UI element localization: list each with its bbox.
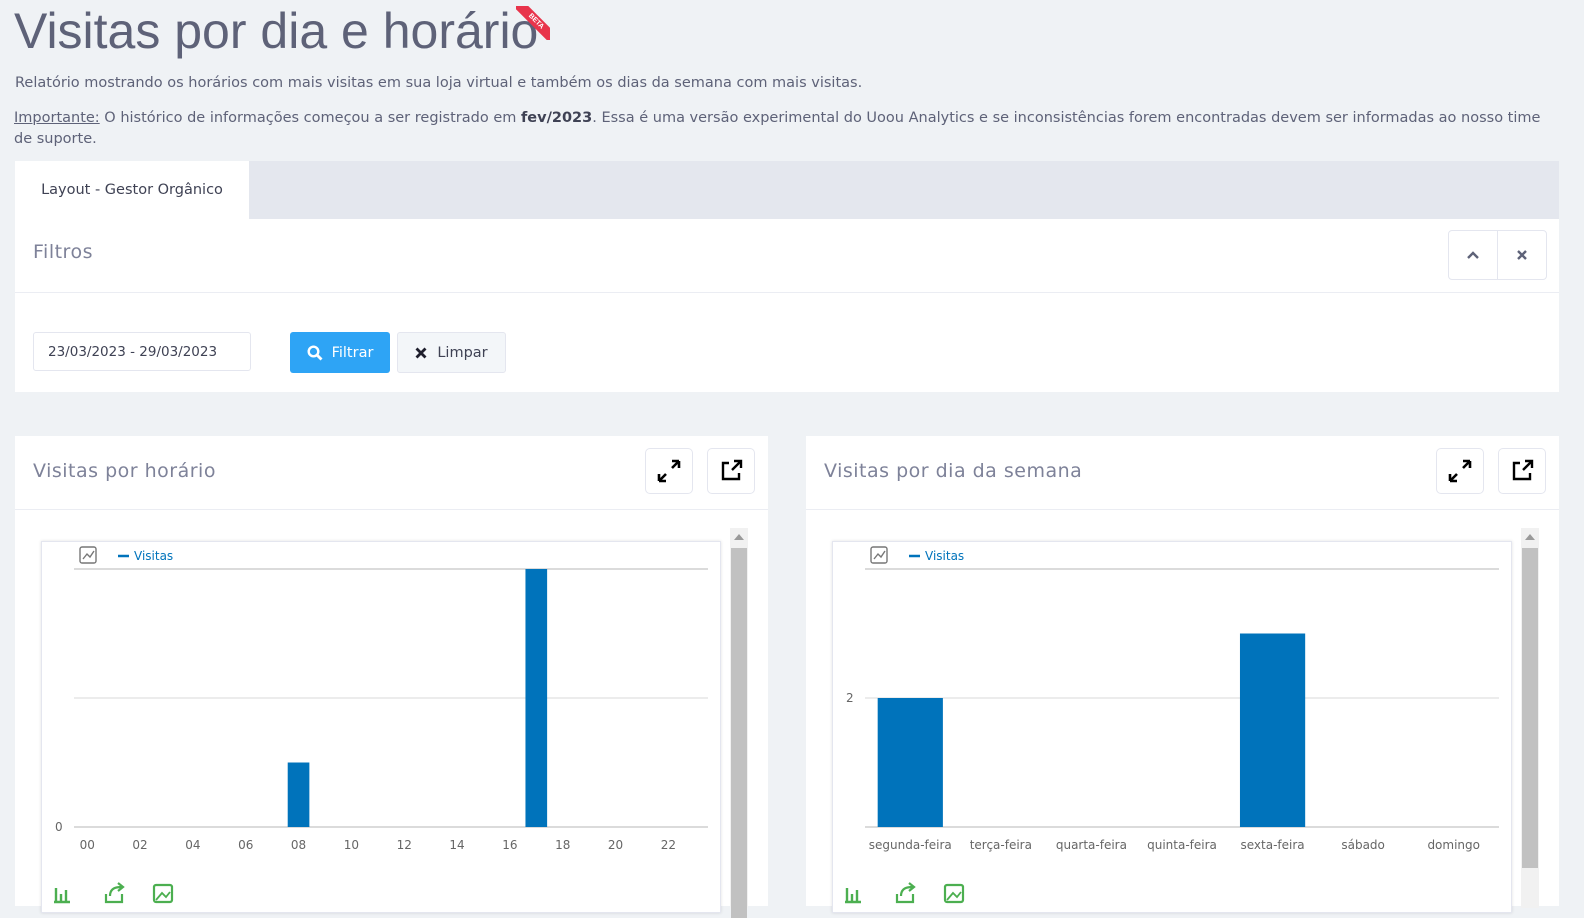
- bar-hour-17: [525, 569, 548, 827]
- expand-icon: [657, 459, 681, 483]
- filters-title: Filtros: [33, 241, 93, 263]
- page-title: Visitas por dia e horário: [14, 3, 539, 59]
- expand-button[interactable]: [1436, 448, 1484, 494]
- x-icon: [415, 347, 427, 358]
- hourly-chart: Visitas000 02 04 06 08 10 12 14 16 18 20 22: [54, 546, 708, 904]
- header-divider: [15, 509, 768, 510]
- header-divider: [806, 509, 1559, 510]
- scroll-thumb[interactable]: [1522, 548, 1538, 868]
- filter-button[interactable]: Filtrar: [290, 332, 390, 373]
- x-tick-label: 16: [502, 838, 517, 852]
- image-icon-mountain: [946, 891, 962, 901]
- scroll-up-arrow[interactable]: [1525, 534, 1535, 540]
- x-tick-label: 14: [449, 838, 464, 852]
- x-tick-label: 12: [397, 838, 412, 852]
- y-tick-label: 2: [846, 691, 854, 705]
- page-description: Relatório mostrando os horários com mais…: [15, 75, 863, 91]
- important-notice: Importante: O histórico de informações c…: [14, 110, 1541, 147]
- beta-badge: BETA: [516, 6, 550, 40]
- open-external-button[interactable]: [1498, 448, 1546, 494]
- bar-chart-icon: [54, 888, 70, 904]
- weekday-visits-card: Visitas por dia da semana Visitas 2 segund…: [806, 436, 1559, 913]
- header-divider: [15, 292, 1559, 293]
- share-icon: [895, 882, 916, 904]
- external-link-icon: [1512, 459, 1534, 481]
- weekday-visits-title: Visitas por dia da semana: [824, 460, 1083, 482]
- search-icon: [307, 344, 323, 360]
- open-external-button[interactable]: [707, 448, 755, 494]
- x-tick-label: sexta-feira: [1240, 838, 1304, 852]
- collapse-button[interactable]: [1449, 231, 1497, 279]
- bar-hour-8: [287, 762, 310, 827]
- external-link-icon: [721, 459, 743, 481]
- chart-scrollbar[interactable]: [730, 528, 748, 918]
- legend-label: Visitas: [925, 549, 964, 563]
- chevron-up-icon: [1467, 251, 1479, 259]
- weekday-chart: Visitas 2 segunda-feira terça-feira quarta-f…: [845, 546, 1499, 904]
- x-tick-label: 18: [555, 838, 570, 852]
- close-icon: [1517, 250, 1527, 260]
- y-tick-label: 0: [55, 820, 63, 834]
- x-tick-label: quinta-feira: [1147, 838, 1217, 852]
- x-tick-label: 02: [132, 838, 147, 852]
- date-range-input[interactable]: [33, 332, 251, 371]
- bar-segunda-feira: [877, 698, 943, 827]
- x-tick-label: 22: [661, 838, 676, 852]
- hourly-visits-title: Visitas por horário: [33, 460, 216, 482]
- x-tick-label: sábado: [1341, 838, 1385, 852]
- chart-scrollbar[interactable]: [1521, 528, 1539, 908]
- hourly-visits-card: Visitas por horário Visitas 0 00 02 04 06 08 10…: [15, 436, 768, 918]
- x-tick-label: terça-feira: [970, 838, 1032, 852]
- x-tick-label: 10: [344, 838, 359, 852]
- hourly-chart-frame: Visitas 0 00 02 04 06 08 10 12 14 16 18 20 22: [41, 541, 721, 913]
- tabs-bar: Layout - Gestor Orgânico: [15, 161, 1559, 219]
- scroll-up-arrow[interactable]: [734, 534, 744, 540]
- x-tick-label: domingo: [1427, 838, 1480, 852]
- filters-card: Filtros Filtrar Limpar: [15, 219, 1559, 392]
- clear-button[interactable]: Limpar: [397, 332, 506, 373]
- x-tick-label: 20: [608, 838, 623, 852]
- x-tick-label: quarta-feira: [1056, 838, 1127, 852]
- x-tick-label: 04: [185, 838, 200, 852]
- image-icon-mountain: [155, 891, 171, 901]
- share-icon: [104, 882, 125, 904]
- x-tick-label: 08: [291, 838, 306, 852]
- legend-label: Visitas: [134, 549, 173, 563]
- bar-chart-icon: [845, 888, 861, 904]
- filters-toolbar: [1448, 230, 1547, 280]
- scroll-thumb[interactable]: [731, 548, 747, 918]
- weekday-chart-frame: Visitas 2 segunda-feira terça-feira quarta-f…: [832, 541, 1512, 913]
- tab-layout-gestor-organico[interactable]: Layout - Gestor Orgânico: [15, 161, 249, 219]
- expand-button[interactable]: [645, 448, 693, 494]
- close-button[interactable]: [1497, 231, 1546, 279]
- bar-sexta-feira: [1239, 633, 1306, 827]
- expand-icon: [1448, 459, 1472, 483]
- x-tick-label: 06: [238, 838, 253, 852]
- x-tick-label: segunda-feira: [869, 838, 952, 852]
- x-tick-label: 00: [80, 838, 95, 852]
